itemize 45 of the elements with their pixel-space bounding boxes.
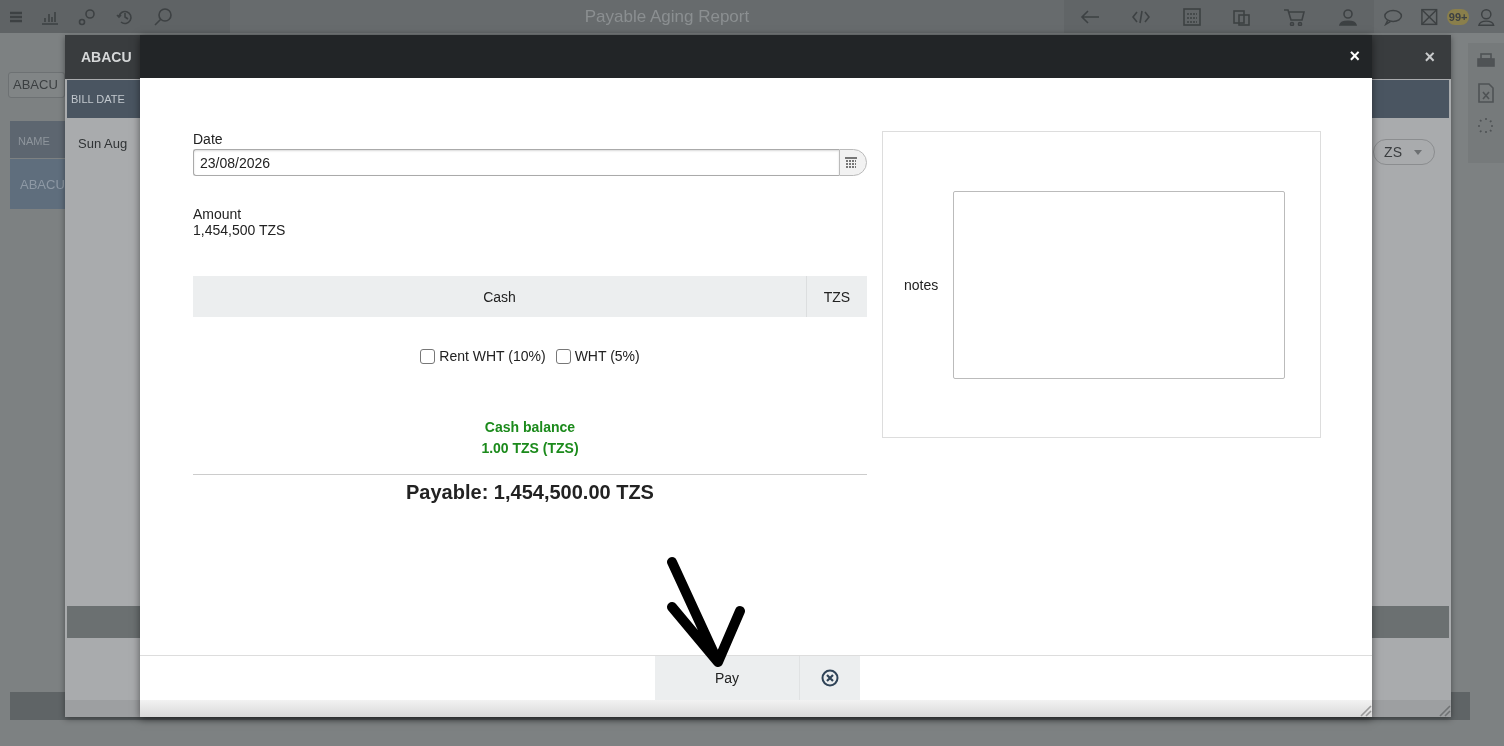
- amount-value: 1,454,500 TZS: [193, 222, 286, 238]
- cancel-icon: [821, 669, 839, 687]
- clipboard-icon[interactable]: [1233, 7, 1252, 26]
- calculator-icon[interactable]: [1182, 7, 1201, 26]
- table-cell: Sun Aug: [78, 135, 128, 151]
- currency-cell: TZS: [806, 276, 867, 317]
- pay-button[interactable]: Pay: [655, 656, 800, 700]
- field-label: notes: [904, 276, 939, 293]
- code-icon[interactable]: [1132, 9, 1151, 24]
- checkbox[interactable]: [420, 348, 436, 364]
- caret-icon: [1414, 149, 1422, 155]
- user-icon[interactable]: [1478, 6, 1495, 27]
- back-arrow-icon[interactable]: [1080, 9, 1101, 24]
- field-label: Date: [193, 131, 223, 147]
- date-field[interactable]: 23/08/2026: [193, 149, 839, 176]
- account-name: Cash: [482, 287, 517, 307]
- notification-badge: 99+: [1446, 8, 1470, 25]
- chat-icon[interactable]: [1383, 7, 1404, 26]
- spinner-icon[interactable]: [1477, 117, 1495, 135]
- column-header: BILL DATE: [71, 93, 125, 105]
- balance-label: Cash balance: [484, 419, 576, 435]
- resize-grip-icon[interactable]: [1437, 703, 1451, 717]
- dialog-title: ABACU: [81, 49, 132, 65]
- currency-select[interactable]: ZS: [1373, 139, 1435, 165]
- calendar-button[interactable]: [839, 149, 867, 176]
- balance-value: 1.00 TZS (TZS): [481, 440, 579, 456]
- field-label: Amount: [193, 206, 242, 222]
- checkbox-option[interactable]: Rent WHT (10%): [420, 348, 546, 364]
- spreadsheet-icon[interactable]: [1477, 83, 1495, 103]
- printer-icon[interactable]: [1477, 53, 1495, 69]
- mail-icon[interactable]: [1421, 7, 1438, 26]
- cancel-button[interactable]: [800, 656, 860, 700]
- menu-icon[interactable]: [9, 9, 23, 24]
- account-row[interactable]: Cash TZS: [193, 276, 867, 317]
- payable-total: Payable: 1,454,500.00 TZS: [406, 481, 654, 504]
- close-button[interactable]: ×: [1349, 46, 1360, 67]
- user-icon[interactable]: [1337, 7, 1358, 26]
- cart-icon[interactable]: [1283, 7, 1306, 26]
- notes-field[interactable]: [953, 190, 1286, 379]
- search-icon[interactable]: [153, 6, 173, 27]
- checkbox[interactable]: [555, 348, 571, 364]
- checkbox-option[interactable]: WHT (5%): [555, 348, 640, 364]
- calendar-icon: [845, 157, 857, 168]
- resize-grip-icon[interactable]: [1358, 703, 1372, 717]
- close-button[interactable]: ×: [1424, 46, 1435, 68]
